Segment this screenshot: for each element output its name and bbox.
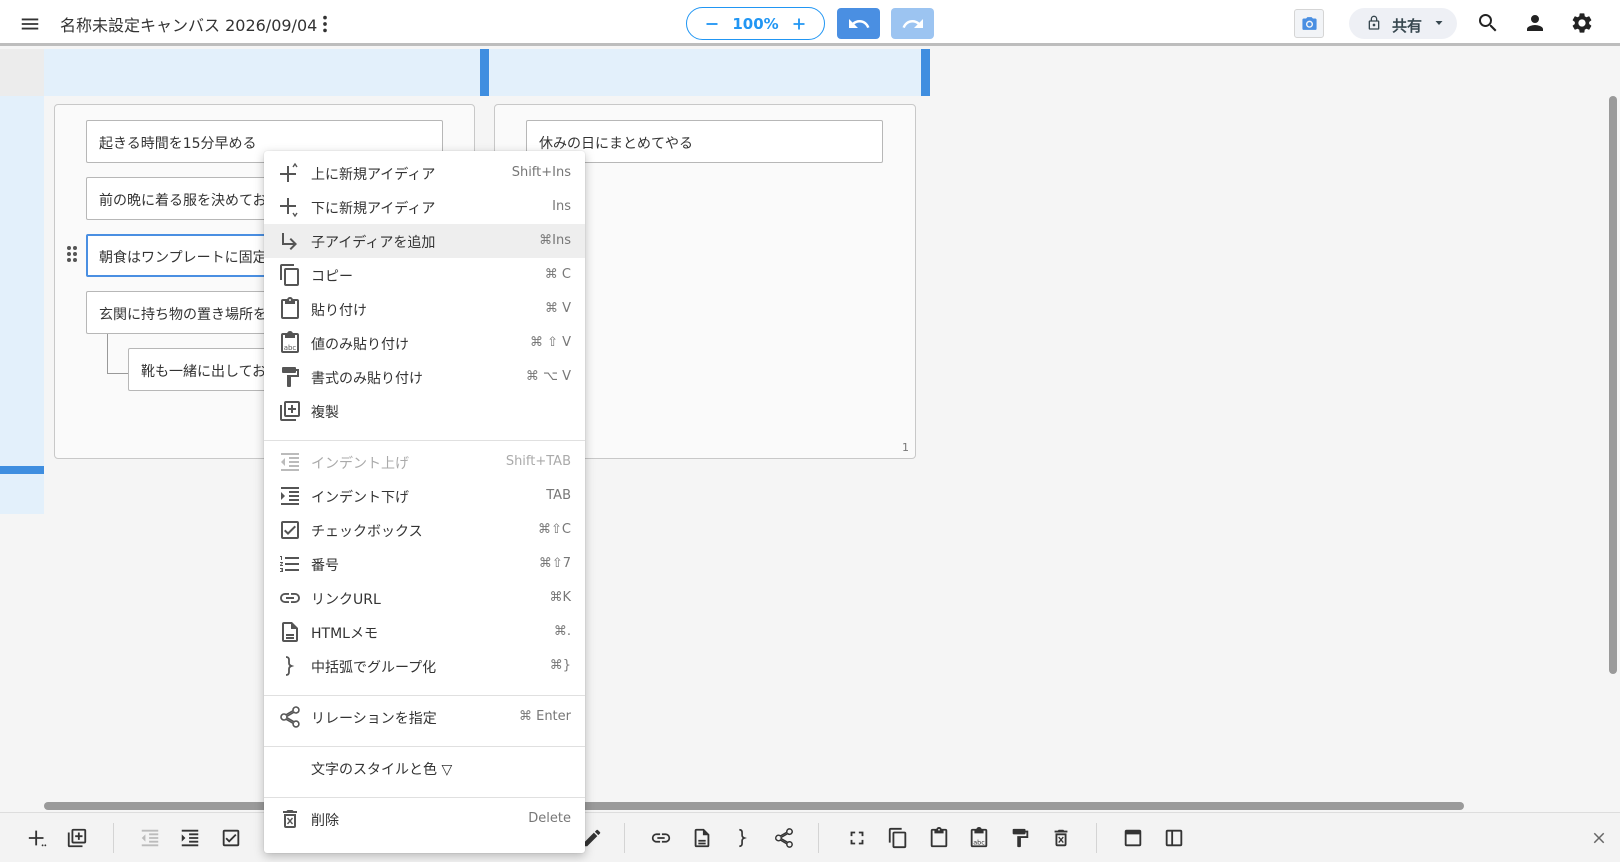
redo-icon: [901, 12, 925, 36]
lock-icon: [1366, 15, 1382, 31]
menu-item-delete[interactable]: 削除 Delete: [264, 802, 585, 836]
duplicate-icon[interactable]: [66, 827, 88, 849]
add-idea-icon[interactable]: [27, 827, 49, 849]
menu-item-paste[interactable]: 貼り付け ⌘ V: [264, 292, 585, 326]
panel-top-icon[interactable]: [1122, 827, 1144, 849]
drag-handle-icon[interactable]: [65, 245, 79, 263]
add-below-icon: [278, 195, 302, 219]
menu-item-html-memo[interactable]: HTMLメモ ⌘.: [264, 615, 585, 649]
format-paint-icon: [278, 365, 302, 389]
menu-item-add-child[interactable]: 子アイディアを追加 ⌘Ins: [264, 224, 585, 258]
subdirectory-arrow-icon: [278, 229, 302, 253]
menu-item-add-above[interactable]: 上に新規アイディア Shift+Ins: [264, 156, 585, 190]
paste-format-icon[interactable]: [1009, 827, 1031, 849]
card-page-number: 1: [902, 441, 909, 454]
menu-item-numbering[interactable]: 番号 ⌘⇧7: [264, 547, 585, 581]
zoom-in-icon[interactable]: [788, 13, 810, 35]
menu-item-brace-group[interactable]: 中括弧でグループ化 ⌘}: [264, 649, 585, 683]
menu-item-copy[interactable]: コピー ⌘ C: [264, 258, 585, 292]
share-label: 共有: [1392, 17, 1423, 35]
menu-divider: [264, 746, 585, 747]
toolbar-divider: [1096, 823, 1097, 853]
snapshot-button[interactable]: [1294, 9, 1324, 38]
link-icon: [278, 586, 302, 610]
menu-item-paste-value[interactable]: abc 値のみ貼り付け ⌘ ⇧ V: [264, 326, 585, 360]
duplicate-icon: [278, 399, 302, 423]
menu-item-indent-increase[interactable]: インデント下げ TAB: [264, 479, 585, 513]
svg-text:abc: abc: [973, 838, 985, 846]
toolbar-divider: [113, 823, 114, 853]
numbered-list-icon: [278, 552, 302, 576]
toolbar-divider: [624, 823, 625, 853]
menu-item-paste-format[interactable]: 書式のみ貼り付け ⌘ ⌥ V: [264, 360, 585, 394]
vertical-scrollbar[interactable]: [1609, 96, 1617, 674]
menu-item-indent-decrease: インデント上げ Shift+TAB: [264, 445, 585, 479]
chevron-down-icon: [1433, 17, 1445, 29]
more-vert-icon[interactable]: [314, 13, 336, 35]
checkbox-icon: [278, 518, 302, 542]
bottom-toolbar: abc: [0, 812, 1620, 862]
paste-value-icon[interactable]: abc: [968, 827, 990, 849]
indent-increase-icon[interactable]: [179, 827, 201, 849]
paste-value-icon: abc: [278, 331, 302, 355]
zoom-control: 100%: [686, 7, 825, 40]
relation-icon[interactable]: [773, 827, 795, 849]
child-connector: [107, 334, 128, 374]
toolbar-divider: [818, 823, 819, 853]
delete-icon[interactable]: [1050, 827, 1072, 849]
menu-item-text-style[interactable]: 文字のスタイルと色 ▽: [264, 751, 585, 785]
menu-divider: [264, 440, 585, 441]
copy-icon[interactable]: [887, 827, 909, 849]
menu-item-relation[interactable]: リレーションを指定 ⌘ Enter: [264, 700, 585, 734]
document-title[interactable]: 名称未設定キャンバス 2026/09/04: [60, 12, 317, 36]
document-icon: [278, 620, 302, 644]
undo-button[interactable]: [837, 8, 880, 39]
search-icon[interactable]: [1476, 11, 1500, 35]
lane-resize-handle[interactable]: [480, 49, 489, 96]
redo-button[interactable]: [891, 8, 934, 39]
indent-increase-icon: [278, 484, 302, 508]
brace-group-icon[interactable]: [732, 827, 754, 849]
paste-icon: [278, 297, 302, 321]
menu-divider: [264, 695, 585, 696]
brace-icon: [278, 654, 302, 678]
fullscreen-icon[interactable]: [846, 827, 868, 849]
row-resize-handle[interactable]: [0, 466, 44, 474]
lane-header-2[interactable]: [489, 49, 921, 96]
svg-text:abc: abc: [284, 344, 297, 352]
menu-item-checkbox[interactable]: チェックボックス ⌘⇧C: [264, 513, 585, 547]
panel-side-icon[interactable]: [1163, 827, 1185, 849]
checkbox-icon[interactable]: [220, 827, 242, 849]
html-memo-icon[interactable]: [691, 827, 713, 849]
canvas[interactable]: 起きる時間を15分早める 前の晩に着る服を決めてお 朝食はワンプレートに固定 玄…: [0, 49, 1620, 812]
menu-divider: [264, 797, 585, 798]
menu-icon[interactable]: [19, 13, 41, 35]
zoom-out-icon[interactable]: [701, 13, 723, 35]
top-bar: 名称未設定キャンバス 2026/09/04 100% 共有: [0, 0, 1620, 46]
context-menu: 上に新規アイディア Shift+Ins 下に新規アイディア Ins 子アイディア…: [264, 151, 585, 853]
close-icon[interactable]: [1590, 829, 1608, 847]
account-icon[interactable]: [1523, 11, 1547, 35]
horizontal-scrollbar[interactable]: [44, 802, 1464, 810]
lane-resize-handle[interactable]: [921, 49, 930, 96]
settings-icon[interactable]: [1570, 11, 1594, 35]
camera-icon: [1301, 15, 1318, 32]
copy-icon: [278, 263, 302, 287]
share-button[interactable]: 共有: [1349, 8, 1457, 39]
indent-decrease-icon: [139, 827, 161, 849]
menu-item-duplicate[interactable]: 複製: [264, 394, 585, 428]
row-header[interactable]: [0, 96, 44, 514]
delete-icon: [278, 807, 302, 831]
paste-icon[interactable]: [928, 827, 950, 849]
corner-header: [0, 49, 44, 96]
link-icon[interactable]: [650, 827, 672, 849]
menu-item-add-below[interactable]: 下に新規アイディア Ins: [264, 190, 585, 224]
lane-header-1[interactable]: [44, 49, 480, 96]
indent-decrease-icon: [278, 450, 302, 474]
add-above-icon: [278, 161, 302, 185]
menu-item-link-url[interactable]: リンクURL ⌘K: [264, 581, 585, 615]
undo-icon: [847, 12, 871, 36]
relation-icon: [278, 705, 302, 729]
